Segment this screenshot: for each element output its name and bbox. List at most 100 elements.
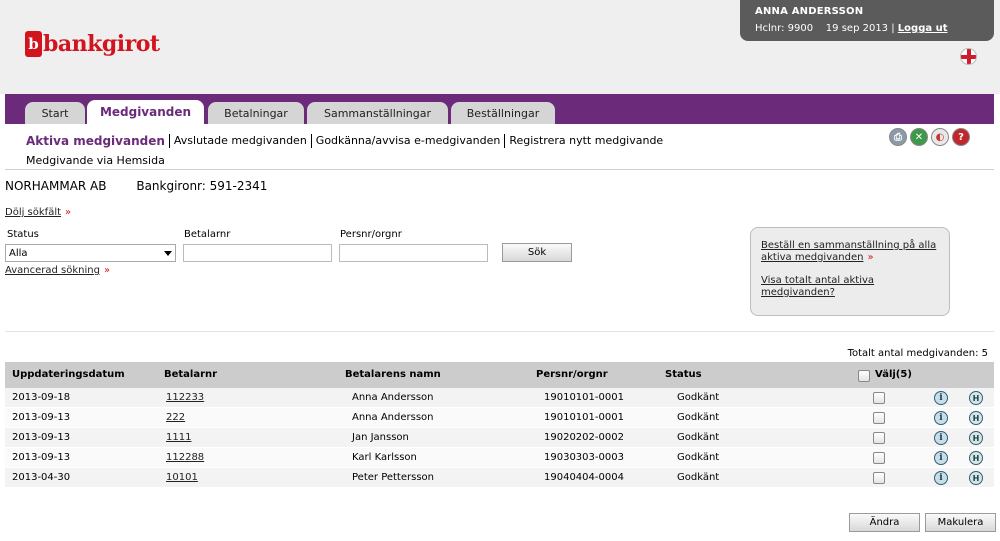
company-info: NORHAMMAR AB Bankgironr: 591-2341 — [5, 179, 267, 193]
persnr-label: Persnr/orgnr — [340, 229, 402, 240]
total-count: Totalt antal medgivanden: 5 — [847, 348, 988, 359]
main-nav: Start Medgivanden Betalningar Sammanstäl… — [5, 94, 994, 124]
row-checkbox[interactable] — [873, 392, 885, 404]
info-box: Beställ en sammanställning på alla aktiv… — [750, 227, 950, 316]
row-status: Godkänt — [677, 452, 720, 463]
col-header-select: Välj(5) — [875, 369, 912, 380]
cancel-mandate-button[interactable]: Makulera — [925, 513, 996, 532]
hide-search-fields: Dölj sökfält » — [5, 207, 71, 218]
col-header-status[interactable]: Status — [665, 369, 702, 380]
row-persnr: 19010101-0001 — [544, 412, 624, 423]
row-checkbox[interactable] — [873, 472, 885, 484]
chevron-right-icon: » — [103, 265, 111, 276]
sub-nav: Aktiva medgivanden Avslutade medgivanden… — [5, 124, 994, 170]
table-row: 2013-04-30 10101 Peter Pettersson 190404… — [5, 468, 994, 488]
betalarnr-label: Betalarnr — [184, 229, 231, 240]
row-checkbox[interactable] — [873, 432, 885, 444]
divider — [5, 331, 994, 332]
row-checkbox[interactable] — [873, 412, 885, 424]
help-icon[interactable]: ? — [952, 128, 970, 146]
user-name: ANNA ANDERSSON — [755, 6, 864, 17]
table-row: 2013-09-18 112233 Anna Andersson 1901010… — [5, 388, 994, 408]
row-date: 2013-04-30 — [12, 472, 71, 483]
tab-betalningar[interactable]: Betalningar — [208, 102, 304, 124]
change-button[interactable]: Ändra — [849, 513, 920, 532]
row-date: 2013-09-13 — [12, 452, 71, 463]
row-status: Godkänt — [677, 432, 720, 443]
print-icon[interactable]: ⎙ — [889, 128, 907, 146]
history-icon[interactable]: H — [969, 391, 983, 405]
tab-sammanstallningar[interactable]: Sammanställningar — [307, 102, 448, 124]
row-persnr: 19040404-0004 — [544, 472, 624, 483]
user-meta: Hclnr: 9900 19 sep 2013 | Logga ut — [755, 23, 994, 34]
bankgiro-number: Bankgironr: 591-2341 — [136, 179, 268, 193]
chevron-right-icon: » — [867, 252, 874, 263]
row-betalarnr-link[interactable]: 10101 — [166, 472, 198, 483]
info-icon[interactable]: i — [934, 431, 948, 445]
col-header-name[interactable]: Betalarens namn — [345, 369, 441, 380]
table-row: 2013-09-13 222 Anna Andersson 19010101-0… — [5, 408, 994, 428]
table-row: 2013-09-13 1111 Jan Jansson 19020202-000… — [5, 428, 994, 448]
history-icon[interactable]: H — [969, 411, 983, 425]
hide-search-link[interactable]: Dölj sökfält — [5, 207, 61, 218]
order-summary-link[interactable]: Beställ en sammanställning på alla aktiv… — [761, 240, 936, 263]
table-header: Uppdateringsdatum Betalarnr Betalarens n… — [5, 362, 994, 388]
history-icon[interactable]: H — [969, 471, 983, 485]
company-name: NORHAMMAR AB — [5, 179, 107, 193]
betalarnr-input[interactable] — [183, 244, 332, 262]
logout-link[interactable]: Logga ut — [898, 23, 948, 34]
chevron-down-icon — [164, 250, 172, 256]
search-button[interactable]: Sök — [502, 243, 572, 262]
subnav-row-1: Aktiva medgivanden Avslutade medgivanden… — [26, 134, 667, 148]
status-select[interactable]: Alla — [5, 244, 176, 262]
select-all-checkbox[interactable] — [858, 370, 870, 382]
uk-flag-icon[interactable] — [960, 48, 977, 65]
subnav-avslutade-medgivanden[interactable]: Avslutade medgivanden — [170, 134, 312, 148]
advanced-search-link[interactable]: Avancerad sökning — [5, 265, 100, 276]
row-betalarnr-link[interactable]: 1111 — [166, 432, 191, 443]
row-name: Anna Andersson — [352, 412, 434, 423]
separator: | — [891, 23, 895, 34]
results-table: Uppdateringsdatum Betalarnr Betalarens n… — [5, 362, 994, 488]
info-icon[interactable]: i — [934, 451, 948, 465]
persnr-input[interactable] — [339, 244, 488, 262]
excel-icon[interactable]: ✕ — [910, 128, 928, 146]
pdf-icon[interactable]: ◐ — [931, 128, 949, 146]
history-icon[interactable]: H — [969, 451, 983, 465]
order-summary-link-wrap: Beställ en sammanställning på alla aktiv… — [761, 240, 939, 264]
row-betalarnr-link[interactable]: 112288 — [166, 452, 204, 463]
info-icon[interactable]: i — [934, 391, 948, 405]
current-date: 19 sep 2013 — [825, 23, 889, 34]
row-checkbox[interactable] — [873, 452, 885, 464]
row-betalarnr-link[interactable]: 112233 — [166, 392, 204, 403]
bankgirot-logo[interactable]: b bankgirot — [25, 31, 160, 57]
tab-bestallningar[interactable]: Beställningar — [451, 102, 555, 124]
subnav-medgivande-via-hemsida[interactable]: Medgivande via Hemsida — [26, 154, 169, 168]
row-name: Jan Jansson — [352, 432, 409, 443]
history-icon[interactable]: H — [969, 431, 983, 445]
subnav-registrera-nytt[interactable]: Registrera nytt medgivande — [505, 134, 667, 148]
tab-medgivanden[interactable]: Medgivanden — [87, 100, 204, 124]
hclnr: Hclnr: 9900 — [755, 23, 814, 34]
subnav-aktiva-medgivanden[interactable]: Aktiva medgivanden — [26, 134, 170, 148]
col-header-date[interactable]: Uppdateringsdatum — [12, 369, 125, 380]
info-icon[interactable]: i — [934, 411, 948, 425]
subnav-godkanna-avvisa[interactable]: Godkänna/avvisa e-medgivanden — [312, 134, 506, 148]
col-header-betalarnr[interactable]: Betalarnr — [164, 369, 217, 380]
subnav-row-2: Medgivande via Hemsida — [26, 154, 169, 168]
user-box: ANNA ANDERSSON Hclnr: 9900 19 sep 2013 |… — [740, 0, 994, 41]
header: b bankgirot ANNA ANDERSSON Hclnr: 9900 1… — [0, 0, 1000, 94]
info-icon[interactable]: i — [934, 471, 948, 485]
row-name: Karl Karlsson — [352, 452, 417, 463]
row-date: 2013-09-13 — [12, 432, 71, 443]
row-betalarnr-link[interactable]: 222 — [166, 412, 185, 423]
status-label: Status — [7, 229, 39, 240]
col-header-persnr[interactable]: Persnr/orgnr — [536, 369, 608, 380]
row-persnr: 19030303-0003 — [544, 452, 624, 463]
show-total-link[interactable]: Visa totalt antal aktiva medgivanden? — [761, 275, 874, 298]
tab-start[interactable]: Start — [25, 102, 85, 124]
row-status: Godkänt — [677, 472, 720, 483]
row-date: 2013-09-18 — [12, 392, 71, 403]
row-persnr: 19020202-0002 — [544, 432, 624, 443]
row-status: Godkänt — [677, 392, 720, 403]
